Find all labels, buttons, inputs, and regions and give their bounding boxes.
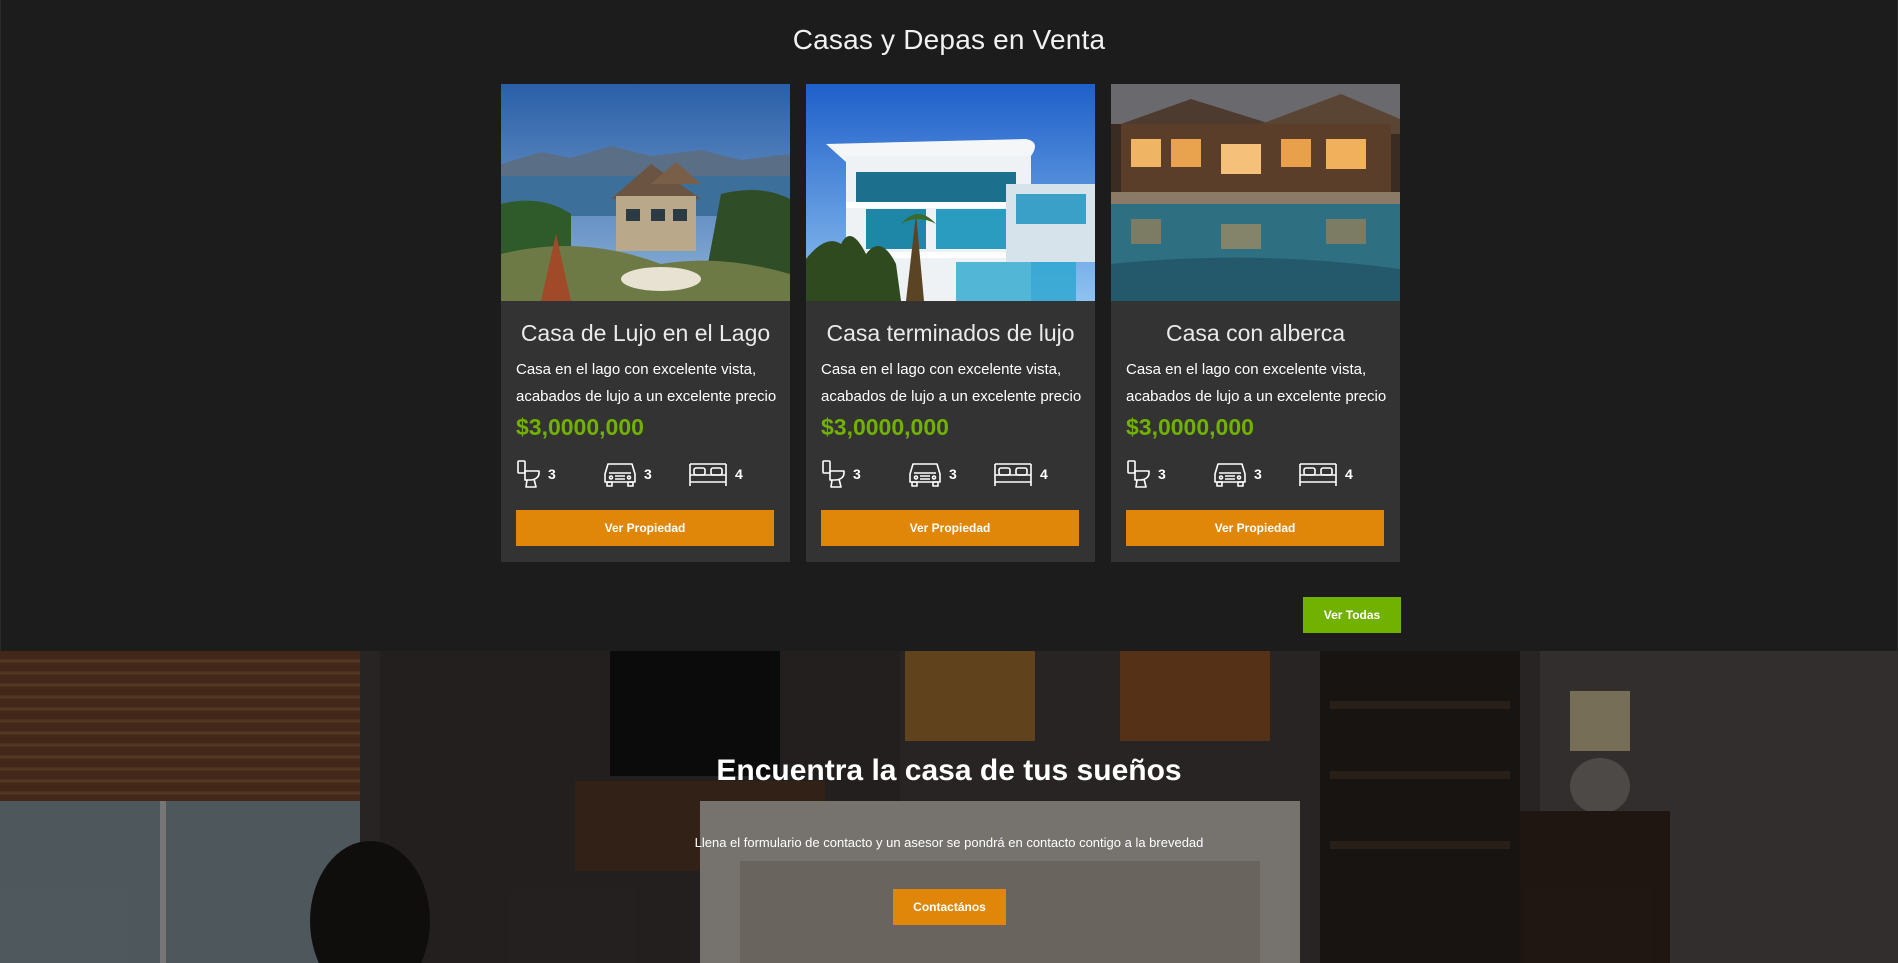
section-title: Casas y Depas en Venta: [792, 24, 1106, 55]
contact-cta-section: Encuentra la casa de tus sueños Llena el…: [0, 651, 1898, 963]
bedrooms-feature: 4: [687, 458, 743, 490]
property-features: 3 3 4: [1126, 458, 1386, 494]
bed-icon: [1297, 460, 1339, 488]
property-photo-pool-house[interactable]: [1111, 84, 1400, 301]
toilet-icon: [821, 459, 847, 489]
parking-feature: 3: [602, 458, 652, 490]
car-icon: [602, 460, 638, 488]
property-price: $3,0000,000: [821, 414, 949, 440]
property-card: Casa terminados de lujo Casa en el lago …: [806, 84, 1095, 562]
cta-text: Llena el formulario de contacto y un ase…: [694, 835, 1204, 850]
bedrooms-feature: 4: [992, 458, 1048, 490]
property-price: $3,0000,000: [516, 414, 644, 440]
property-features: 3 3 4: [821, 458, 1081, 494]
toilet-icon: [1126, 459, 1152, 489]
bathrooms-feature: 3: [516, 458, 556, 490]
parking-count: 3: [1254, 466, 1262, 482]
bathrooms-feature: 3: [821, 458, 861, 490]
toilet-icon: [516, 459, 542, 489]
contact-button[interactable]: Contactános: [893, 889, 1006, 925]
bedrooms-feature: 4: [1297, 458, 1353, 490]
property-description: Casa en el lago con excelente vista, aca…: [516, 361, 777, 405]
view-property-button[interactable]: Ver Propiedad: [1126, 510, 1384, 546]
property-photo-modern-house[interactable]: [806, 84, 1095, 301]
bedrooms-count: 4: [735, 466, 743, 482]
parking-count: 3: [644, 466, 652, 482]
bed-icon: [687, 460, 729, 488]
property-cards: Casa de Lujo en el Lago Casa en el lago …: [501, 84, 1401, 562]
property-title: Casa terminados de lujo: [826, 320, 1075, 346]
view-all-button[interactable]: Ver Todas: [1303, 597, 1401, 633]
property-description: Casa en el lago con excelente vista, aca…: [821, 361, 1082, 405]
property-photo-lake-house[interactable]: [501, 84, 790, 301]
bedrooms-count: 4: [1345, 466, 1353, 482]
property-features: 3 3 4: [516, 458, 776, 494]
property-card: Casa de Lujo en el Lago Casa en el lago …: [501, 84, 790, 562]
bed-icon: [992, 460, 1034, 488]
parking-feature: 3: [1212, 458, 1262, 490]
view-property-button[interactable]: Ver Propiedad: [821, 510, 1079, 546]
property-title: Casa de Lujo en el Lago: [520, 320, 771, 346]
bathrooms-count: 3: [853, 466, 861, 482]
view-property-button[interactable]: Ver Propiedad: [516, 510, 774, 546]
bathrooms-count: 3: [1158, 466, 1166, 482]
car-icon: [1212, 460, 1248, 488]
bathrooms-feature: 3: [1126, 458, 1166, 490]
listings-section: Casas y Depas en Venta Casa de Lujo en e…: [0, 0, 1898, 651]
property-card: Casa con alberca Casa en el lago con exc…: [1111, 84, 1400, 562]
parking-count: 3: [949, 466, 957, 482]
car-icon: [907, 460, 943, 488]
property-price: $3,0000,000: [1126, 414, 1254, 440]
property-title: Casa con alberca: [1166, 320, 1345, 346]
cta-heading: Encuentra la casa de tus sueños: [716, 754, 1182, 787]
bedrooms-count: 4: [1040, 466, 1048, 482]
property-description: Casa en el lago con excelente vista, aca…: [1126, 361, 1387, 405]
parking-feature: 3: [907, 458, 957, 490]
bathrooms-count: 3: [548, 466, 556, 482]
